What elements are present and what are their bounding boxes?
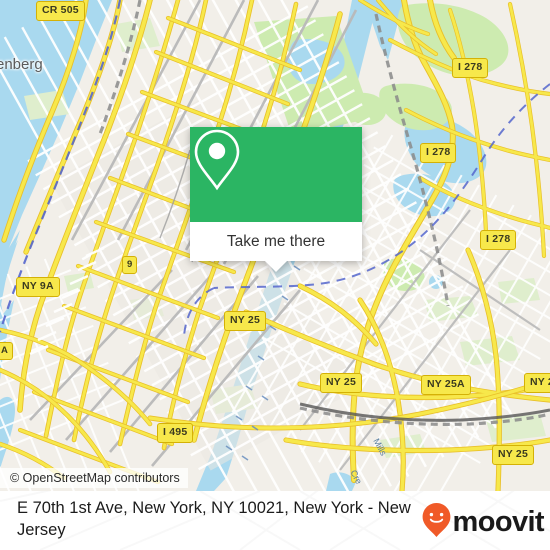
route-shield-i278-south: I 278	[480, 230, 517, 250]
location-callout-card[interactable]: Take me there	[190, 127, 362, 272]
screenshot-root: enberg Mills Cre CR 505 I 278 I 278 I 27…	[0, 0, 550, 550]
route-shield-i278-mid: I 278	[420, 143, 457, 163]
osm-attribution[interactable]: © OpenStreetMap contributors	[0, 468, 188, 488]
route-shield-9: 9	[122, 256, 138, 274]
address-label: E 70th 1st Ave, New York, NY 10021, New …	[17, 499, 411, 539]
route-shield-ny25-southeast: NY 25	[492, 445, 534, 465]
route-shield-i495: I 495	[157, 423, 194, 443]
route-shield-i278-north: I 278	[452, 58, 489, 78]
callout-pin-panel	[190, 127, 362, 222]
route-shield-cr505: CR 505	[36, 1, 85, 21]
map-canvas[interactable]: enberg Mills Cre CR 505 I 278 I 278 I 27…	[0, 0, 550, 491]
take-me-there-label: Take me there	[226, 232, 326, 250]
moovit-logo[interactable]: moovit	[421, 502, 545, 543]
route-shield-ny25-mid: NY 25	[320, 373, 362, 393]
callout-action-panel[interactable]: Take me there	[190, 222, 362, 272]
moovit-wordmark: moovit	[452, 506, 545, 538]
route-shield-ny9a: NY 9A	[16, 277, 60, 297]
route-shield-ny25a: NY 25A	[421, 375, 471, 395]
route-shield-ny25-east-edge: NY 2	[524, 373, 550, 393]
route-shield-a: A	[0, 342, 14, 360]
callout-pointer-arrow	[265, 261, 287, 272]
moovit-smiley-pin-icon	[421, 502, 452, 543]
route-shield-ny25-west: NY 25	[224, 311, 266, 331]
footer-bar: E 70th 1st Ave, New York, NY 10021, New …	[0, 491, 550, 550]
place-label: enberg	[0, 56, 43, 73]
